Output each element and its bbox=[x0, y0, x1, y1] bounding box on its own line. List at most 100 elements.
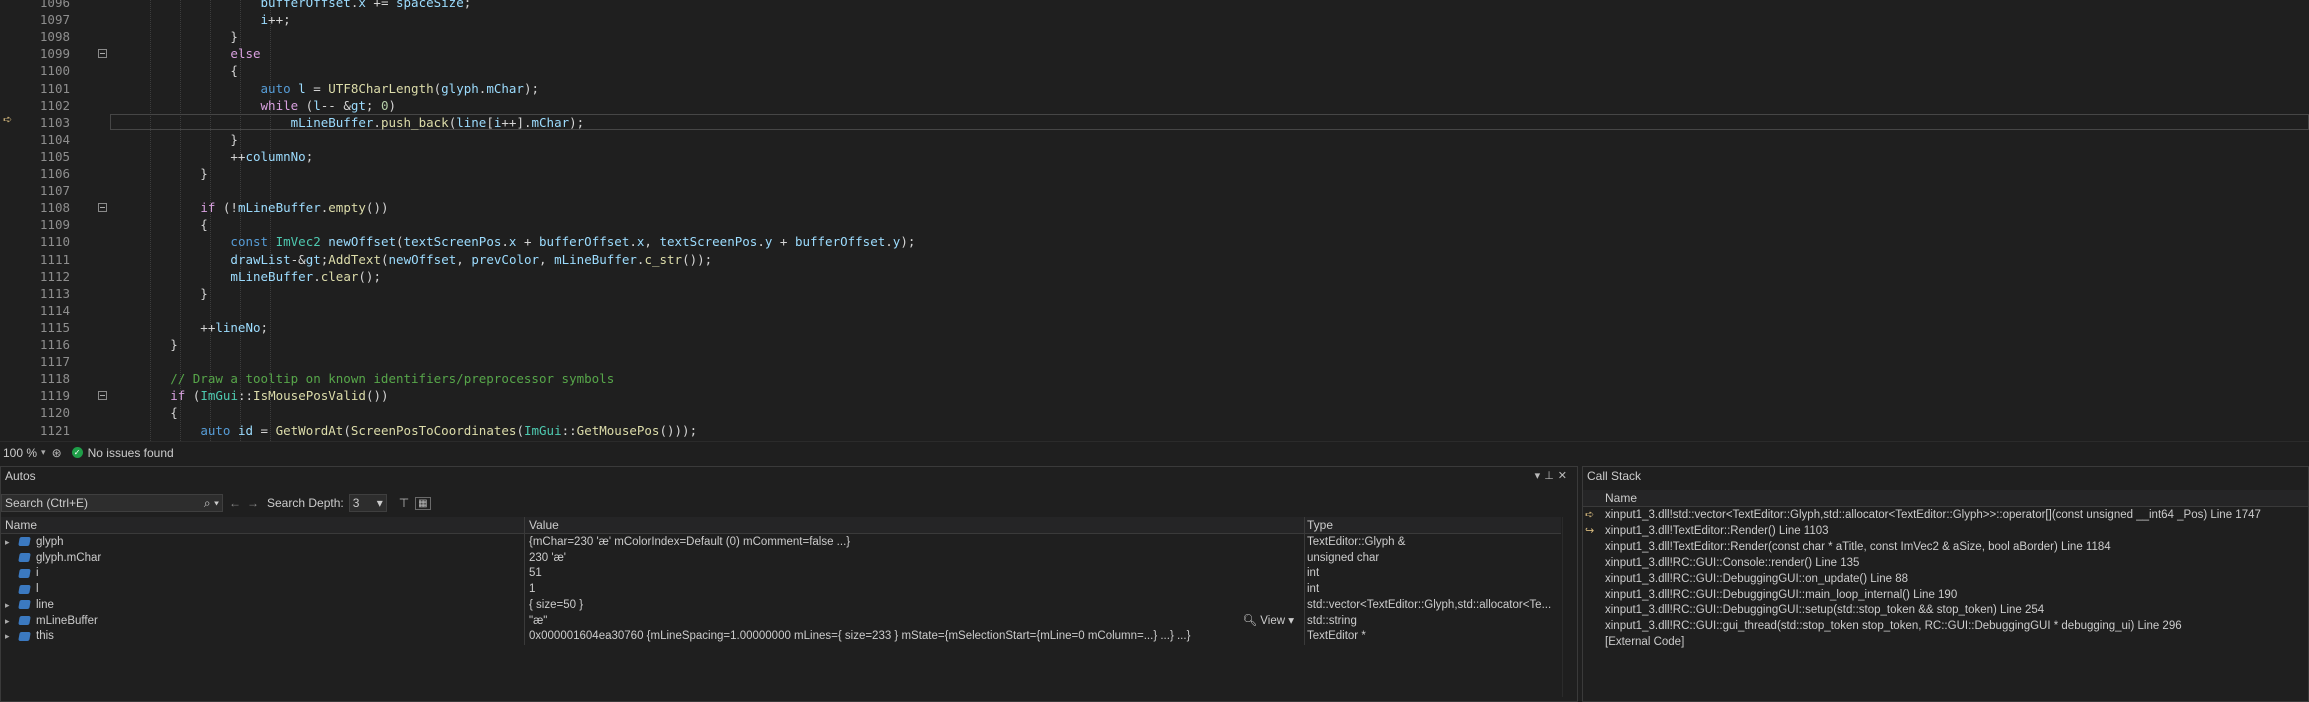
search-back-icon[interactable]: ← bbox=[229, 496, 241, 510]
expand-icon[interactable]: ▸ bbox=[5, 628, 19, 645]
collapse-icon[interactable] bbox=[98, 203, 107, 213]
autos-search-input[interactable]: Search (Ctrl+E) ⌕ ▾ bbox=[1, 494, 223, 512]
call-stack-frame[interactable]: ↪ xinput1_3.dll!TextEditor::Render() Line… bbox=[1583, 523, 2308, 540]
autos-value-cell[interactable]: 1 bbox=[525, 581, 1305, 599]
code-line[interactable]: 1108 if (!mLineBuffer.empty()) bbox=[0, 199, 2309, 216]
code-line[interactable]: 1097 i++; bbox=[0, 11, 2309, 28]
code-line[interactable]: 1117 bbox=[0, 353, 2309, 370]
autos-value-cell[interactable]: 51 bbox=[525, 565, 1305, 583]
search-placeholder: Search (Ctrl+E) bbox=[5, 496, 89, 510]
autos-row[interactable]: ▸ line { size=50 } std::vector<TextEditor::… bbox=[1, 596, 1561, 614]
call-stack-frame[interactable]: [External Code] bbox=[1583, 634, 2308, 651]
code-line[interactable]: 1121 auto id = GetWordAt(ScreenPosToCoor… bbox=[0, 422, 2309, 439]
search-forward-icon[interactable]: → bbox=[247, 496, 259, 510]
code-line[interactable]: 1116 } bbox=[0, 336, 2309, 353]
expand-icon[interactable]: ▸ bbox=[5, 613, 19, 630]
call-stack-frame[interactable]: xinput1_3.dll!RC::GUI::gui_thread(std::s… bbox=[1583, 618, 2308, 635]
code-line[interactable]: 1112 mLineBuffer.clear(); bbox=[0, 268, 2309, 285]
close-icon[interactable]: ✕ bbox=[1558, 470, 1571, 482]
search-depth-select[interactable]: 3 ▾ bbox=[348, 494, 387, 512]
line-number: 1100 bbox=[39, 63, 70, 79]
code-text: } bbox=[110, 29, 238, 45]
autos-row[interactable]: ▸ this 0x000001604ea30760 {mLineSpacing=1.… bbox=[1, 628, 1561, 646]
code-line[interactable]: 1102 while (l-- &gt; 0) bbox=[0, 97, 2309, 114]
code-editor[interactable]: ➪ 1096 bufferOffset.x += spaceSize; 1097 … bbox=[0, 0, 2309, 441]
code-line[interactable]: 1099 else bbox=[0, 45, 2309, 62]
line-number: 1101 bbox=[39, 80, 70, 96]
autos-row[interactable]: l 1 int bbox=[1, 581, 1561, 599]
code-line[interactable]: 1104 } bbox=[0, 131, 2309, 148]
call-stack-frame[interactable]: xinput1_3.dll!TextEditor::Render(const c… bbox=[1583, 539, 2308, 556]
autos-window-controls[interactable]: ▾⊥✕ bbox=[1535, 469, 1571, 482]
column-name[interactable]: Name bbox=[1, 517, 525, 533]
code-line[interactable]: 1109 { bbox=[0, 216, 2309, 233]
code-line[interactable]: 1107 bbox=[0, 182, 2309, 199]
pin-icon[interactable]: ⊥ bbox=[1544, 470, 1558, 482]
call-stack-header: Name bbox=[1583, 490, 2308, 507]
autos-value-cell[interactable]: 230 'æ' bbox=[525, 549, 1305, 567]
code-line[interactable]: 1118 // Draw a tooltip on known identifi… bbox=[0, 370, 2309, 387]
visualizer-view-button[interactable]: 🔍︎ View ▾ bbox=[1243, 613, 1294, 630]
code-line[interactable]: 1120 { bbox=[0, 404, 2309, 421]
hex-display-icon[interactable]: ▦ bbox=[415, 496, 431, 510]
zoom-dropdown-icon[interactable]: ▾ bbox=[41, 447, 46, 458]
variable-name: line bbox=[36, 598, 54, 611]
code-text: } bbox=[110, 337, 178, 352]
collapse-icon[interactable] bbox=[98, 49, 107, 59]
code-line[interactable]: 1115 ++lineNo; bbox=[0, 319, 2309, 336]
autos-value-cell[interactable]: { size=50 } bbox=[525, 596, 1305, 614]
chevron-down-icon[interactable]: ▾ bbox=[1535, 470, 1545, 482]
zoom-level[interactable]: 100 % bbox=[3, 446, 37, 460]
issues-status[interactable]: No issues found bbox=[88, 446, 174, 460]
code-line[interactable]: 1103 mLineBuffer.push_back(line[i++].mCh… bbox=[0, 113, 2309, 131]
code-line[interactable]: 1106 } bbox=[0, 165, 2309, 182]
code-line[interactable]: 1096 bufferOffset.x += spaceSize; bbox=[0, 0, 2309, 11]
column-name[interactable]: Name bbox=[1605, 490, 1637, 506]
code-line[interactable]: 1111 drawList-&gt;AddText(newOffset, pre… bbox=[0, 251, 2309, 268]
expand-icon[interactable]: ▸ bbox=[5, 597, 19, 614]
autos-row[interactable]: ▸ mLineBuffer "æ" 🔍︎ View ▾ std::string bbox=[1, 612, 1561, 630]
column-type[interactable]: Type bbox=[1305, 517, 1561, 533]
line-number: 1103 bbox=[39, 114, 70, 130]
code-line[interactable]: 1100 { bbox=[0, 62, 2309, 79]
autos-row[interactable]: i 51 int bbox=[1, 565, 1561, 583]
autos-value-cell[interactable]: "æ" 🔍︎ View ▾ bbox=[525, 612, 1305, 630]
pin-watch-icon[interactable]: ⊤ bbox=[399, 496, 409, 510]
call-stack-frame[interactable]: xinput1_3.dll!RC::GUI::DebuggingGUI::on_… bbox=[1583, 571, 2308, 588]
call-stack-frame[interactable]: ➪ xinput1_3.dll!std::vector<TextEditor::G… bbox=[1583, 507, 2308, 524]
line-number: 1117 bbox=[39, 354, 70, 370]
variable-icon bbox=[18, 631, 31, 641]
call-stack-frame[interactable]: xinput1_3.dll!RC::GUI::DebuggingGUI::mai… bbox=[1583, 587, 2308, 604]
autos-name-cell: ▸ mLineBuffer bbox=[1, 612, 525, 630]
line-number: 1115 bbox=[39, 319, 70, 335]
chevron-down-icon: ▾ bbox=[376, 496, 383, 510]
code-line[interactable]: 1114 bbox=[0, 302, 2309, 319]
code-line[interactable]: 1105 ++columnNo; bbox=[0, 148, 2309, 165]
autos-row[interactable]: glyph.mChar 230 'æ' unsigned char bbox=[1, 549, 1561, 567]
autos-value-cell[interactable]: 0x000001604ea30760 {mLineSpacing=1.00000… bbox=[525, 628, 1305, 646]
collapse-icon[interactable] bbox=[98, 391, 107, 401]
code-line[interactable]: 1098 } bbox=[0, 28, 2309, 45]
autos-row[interactable]: ▸ glyph {mChar=230 'æ' mColorIndex=Default… bbox=[1, 534, 1561, 551]
frame-text: xinput1_3.dll!RC::GUI::Console::render()… bbox=[1605, 556, 1860, 569]
copilot-icon[interactable]: ⊛ bbox=[52, 446, 62, 460]
code-line[interactable]: 1110 const ImVec2 newOffset(textScreenPo… bbox=[0, 233, 2309, 250]
line-number: 1113 bbox=[39, 285, 70, 301]
column-value[interactable]: Value bbox=[525, 517, 1305, 533]
code-line[interactable]: 1113 } bbox=[0, 285, 2309, 302]
autos-value-cell[interactable]: {mChar=230 'æ' mColorIndex=Default (0) m… bbox=[525, 534, 1305, 551]
call-stack-window: Call Stack Name ➪ xinput1_3.dll!std::vect… bbox=[1582, 466, 2309, 702]
call-stack-frame[interactable]: xinput1_3.dll!RC::GUI::DebuggingGUI::set… bbox=[1583, 602, 2308, 619]
code-line[interactable]: 1119 if (ImGui::IsMousePosValid()) bbox=[0, 387, 2309, 404]
variable-value: 230 'æ' bbox=[529, 551, 566, 564]
autos-name-cell: l bbox=[1, 581, 525, 599]
autos-scrollbar[interactable] bbox=[1562, 517, 1577, 697]
search-icon[interactable]: ⌕ ▾ bbox=[204, 496, 219, 511]
call-stack-frame[interactable]: xinput1_3.dll!RC::GUI::Console::render()… bbox=[1583, 555, 2308, 572]
autos-window: Autos ▾⊥✕ Search (Ctrl+E) ⌕ ▾ ← → Search… bbox=[0, 466, 1578, 702]
expand-icon[interactable]: ▸ bbox=[5, 534, 19, 551]
code-line[interactable]: 1101 auto l = UTF8CharLength(glyph.mChar… bbox=[0, 80, 2309, 97]
variable-name: i bbox=[36, 567, 39, 580]
code-text: } bbox=[110, 131, 238, 147]
check-circle-icon: ✓ bbox=[71, 447, 83, 458]
